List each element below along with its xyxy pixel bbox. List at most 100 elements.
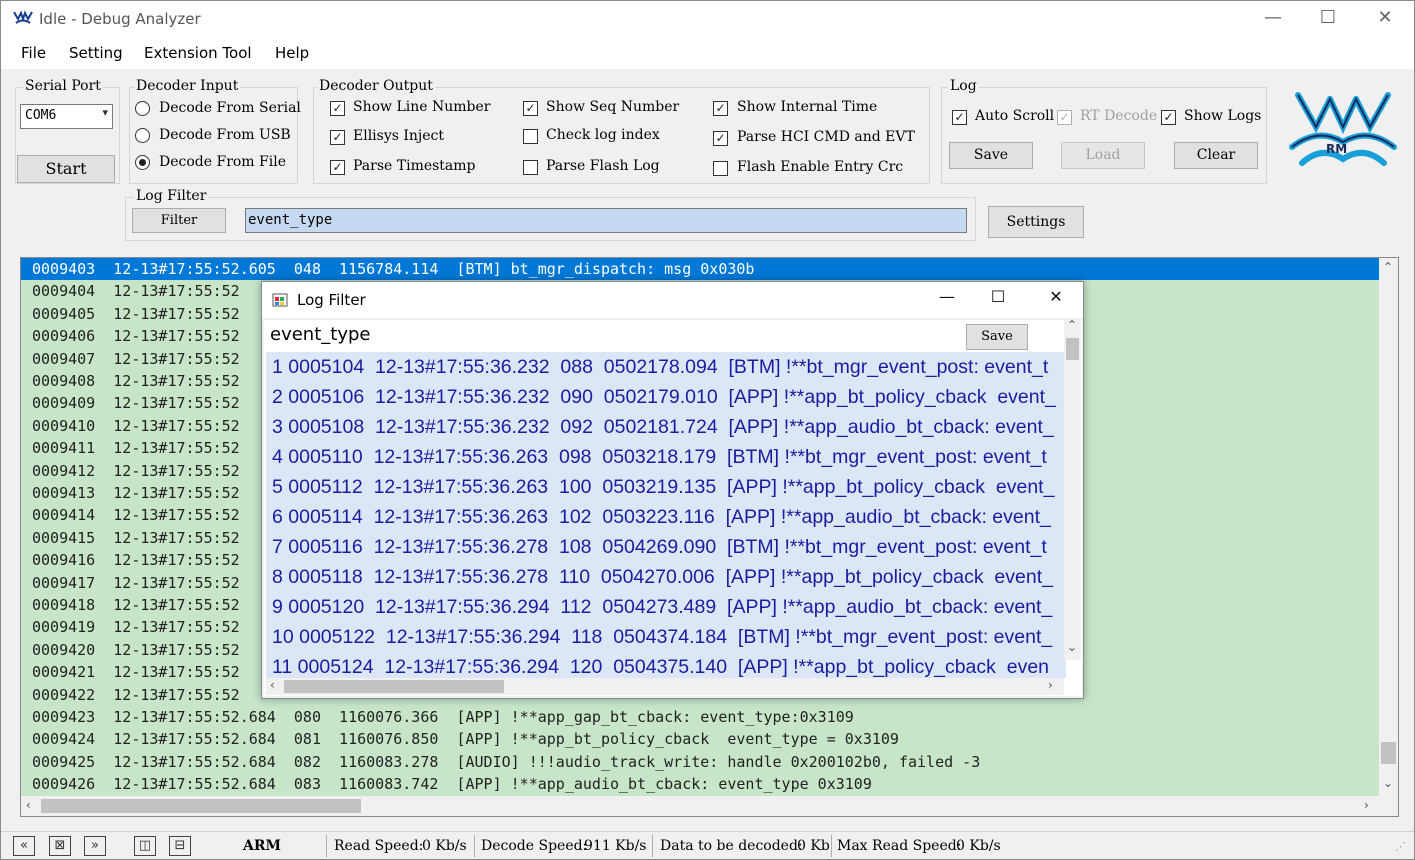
- rt-decode-checkbox[interactable]: ✓: [1057, 110, 1072, 125]
- decode-usb-radio[interactable]: [135, 128, 150, 143]
- ellisys-inject-checkbox[interactable]: ✓: [330, 130, 345, 145]
- minimize-button[interactable]: —: [1245, 1, 1301, 37]
- dialog-title: Log Filter: [297, 291, 366, 309]
- log-load-button[interactable]: Load: [1061, 142, 1145, 169]
- resize-grip-icon[interactable]: ⋰: [1395, 840, 1406, 853]
- ellisys-inject-label: Ellisys Inject: [353, 128, 445, 144]
- scroll-up-icon[interactable]: ⌃: [1383, 260, 1393, 274]
- dialog-result-row[interactable]: 4 0005110 12-13#17:55:36.263 098 0503218…: [272, 442, 1047, 472]
- status-separator: [474, 835, 475, 857]
- log-horizontal-scrollbar[interactable]: ‹ ›: [21, 796, 1398, 816]
- dialog-horizontal-thumb[interactable]: [284, 680, 504, 693]
- show-line-number-checkbox[interactable]: ✓: [330, 101, 345, 116]
- settings-button[interactable]: Settings: [988, 206, 1084, 238]
- first-page-icon[interactable]: «: [13, 836, 35, 856]
- filter-button[interactable]: Filter: [132, 208, 226, 233]
- scroll-down-icon[interactable]: ⌄: [1383, 776, 1393, 790]
- log-vertical-scrollbar[interactable]: ⌃ ⌄: [1379, 258, 1398, 796]
- dialog-result-row[interactable]: 9 0005120 12-13#17:55:36.294 112 0504273…: [272, 592, 1052, 622]
- log-clear-button[interactable]: Clear: [1174, 142, 1258, 169]
- read-speed-label: Read Speed:: [334, 838, 424, 854]
- dialog-app-icon: [272, 292, 288, 308]
- log-row[interactable]: 0009426 12-13#17:55:52.684 083 1160083.7…: [21, 773, 1381, 795]
- arch-label: ARM: [243, 838, 281, 854]
- dialog-scroll-up-icon[interactable]: ⌃: [1067, 318, 1077, 332]
- close-button[interactable]: ✕: [1357, 1, 1413, 37]
- show-internal-time-label: Show Internal Time: [737, 99, 878, 115]
- decode-file-radio[interactable]: [135, 155, 150, 170]
- dialog-minimize-button[interactable]: —: [919, 280, 975, 316]
- dialog-query-text[interactable]: event_type: [270, 324, 370, 345]
- auto-scroll-checkbox[interactable]: ✓: [952, 110, 967, 125]
- data-to-decode-label: Data to be decoded:: [660, 838, 803, 854]
- maximize-button[interactable]: ☐: [1300, 1, 1356, 37]
- log-row[interactable]: 0009424 12-13#17:55:52.684 081 1160076.8…: [21, 728, 1381, 750]
- decode-serial-radio[interactable]: [135, 101, 150, 116]
- split-vertical-icon[interactable]: ◫: [134, 836, 156, 856]
- dialog-save-button[interactable]: Save: [966, 324, 1028, 350]
- dialog-title-bar: Log Filter — ☐ ✕: [262, 282, 1083, 318]
- dialog-close-button[interactable]: ✕: [1028, 280, 1084, 316]
- show-line-number-label: Show Line Number: [353, 99, 491, 115]
- dialog-vertical-scrollbar[interactable]: ⌃ ⌄: [1064, 318, 1081, 660]
- dialog-result-row[interactable]: 2 0005106 12-13#17:55:36.232 090 0502179…: [272, 382, 1056, 412]
- menu-extension-tool[interactable]: Extension Tool: [144, 44, 252, 62]
- dialog-result-list[interactable]: 1 0005104 12-13#17:55:36.232 088 0502178…: [266, 352, 1066, 678]
- parse-hci-label: Parse HCI CMD and EVT: [737, 129, 915, 145]
- check-log-index-checkbox[interactable]: [523, 129, 538, 144]
- status-bar: « ⊠ » ◫ ⊟ ARM Read Speed: 0 Kb/s Decode …: [1, 831, 1414, 859]
- show-internal-time-checkbox[interactable]: ✓: [713, 101, 728, 116]
- start-button[interactable]: Start: [17, 155, 115, 183]
- dialog-result-row[interactable]: 11 0005124 12-13#17:55:36.294 120 050437…: [272, 652, 1049, 678]
- show-logs-checkbox[interactable]: ✓: [1161, 110, 1176, 125]
- decode-speed-label: Decode Speed:: [481, 838, 588, 854]
- split-horizontal-icon[interactable]: ⊟: [169, 836, 191, 856]
- dialog-horizontal-scrollbar[interactable]: ‹ ›: [266, 678, 1064, 695]
- log-horizontal-thumb[interactable]: [41, 799, 361, 813]
- log-vertical-thumb[interactable]: [1381, 742, 1396, 764]
- scroll-right-icon[interactable]: ›: [1364, 798, 1369, 812]
- dialog-maximize-button[interactable]: ☐: [970, 280, 1026, 316]
- auto-scroll-label: Auto Scroll: [975, 108, 1055, 124]
- max-read-speed-value: 0 Kb/s: [956, 838, 1001, 854]
- log-group-label: Log: [948, 78, 979, 94]
- last-page-icon[interactable]: »: [84, 836, 106, 856]
- dialog-result-row[interactable]: 1 0005104 12-13#17:55:36.232 088 0502178…: [272, 352, 1048, 382]
- app-window: Idle - Debug Analyzer — ☐ ✕ File Setting…: [0, 0, 1415, 860]
- flash-enable-crc-checkbox[interactable]: [713, 161, 728, 176]
- serial-port-select[interactable]: COM6 ▾: [20, 104, 113, 129]
- log-row[interactable]: 0009403 12-13#17:55:52.605 048 1156784.1…: [21, 258, 1381, 280]
- dialog-vertical-thumb[interactable]: [1066, 338, 1079, 360]
- decode-file-label: Decode From File: [159, 154, 286, 170]
- log-row[interactable]: 0009425 12-13#17:55:52.684 082 1160083.2…: [21, 751, 1381, 773]
- brand-logo-icon: RM: [1288, 87, 1398, 172]
- parse-flash-log-checkbox[interactable]: [523, 160, 538, 175]
- log-save-button[interactable]: Save: [949, 142, 1033, 169]
- menu-bar: File Setting Extension Tool Help: [1, 37, 1414, 69]
- dialog-result-row[interactable]: 6 0005114 12-13#17:55:36.263 102 0503223…: [272, 502, 1051, 532]
- parse-timestamp-checkbox[interactable]: ✓: [330, 160, 345, 175]
- dialog-scroll-right-icon[interactable]: ›: [1048, 678, 1053, 692]
- max-read-speed-label: Max Read Speed:: [837, 838, 962, 854]
- log-filter-dialog: Log Filter — ☐ ✕ event_type Save 1 00051…: [261, 281, 1084, 699]
- parse-hci-checkbox[interactable]: ✓: [713, 131, 728, 146]
- clear-view-icon[interactable]: ⊠: [49, 836, 71, 856]
- dialog-scroll-down-icon[interactable]: ⌄: [1067, 640, 1077, 654]
- dialog-result-row[interactable]: 7 0005116 12-13#17:55:36.278 108 0504269…: [272, 532, 1047, 562]
- dialog-result-row[interactable]: 10 0005122 12-13#17:55:36.294 118 050437…: [272, 622, 1052, 652]
- dialog-result-row[interactable]: 8 0005118 12-13#17:55:36.278 110 0504270…: [272, 562, 1053, 592]
- title-bar: Idle - Debug Analyzer — ☐ ✕: [1, 1, 1414, 37]
- dialog-result-row[interactable]: 5 0005112 12-13#17:55:36.263 100 0503219…: [272, 472, 1054, 502]
- show-seq-number-checkbox[interactable]: ✓: [523, 101, 538, 116]
- dialog-scroll-left-icon[interactable]: ‹: [270, 678, 275, 692]
- serial-port-value: COM6: [25, 108, 57, 123]
- menu-help[interactable]: Help: [275, 44, 309, 62]
- filter-input[interactable]: event_type: [245, 208, 967, 233]
- log-filter-label: Log Filter: [134, 188, 209, 204]
- dialog-result-row[interactable]: 3 0005108 12-13#17:55:36.232 092 0502181…: [272, 412, 1054, 442]
- app-logo-icon: [13, 10, 33, 28]
- scroll-left-icon[interactable]: ‹: [26, 798, 31, 812]
- menu-file[interactable]: File: [21, 44, 46, 62]
- menu-setting[interactable]: Setting: [69, 44, 123, 62]
- log-row[interactable]: 0009423 12-13#17:55:52.684 080 1160076.3…: [21, 706, 1381, 728]
